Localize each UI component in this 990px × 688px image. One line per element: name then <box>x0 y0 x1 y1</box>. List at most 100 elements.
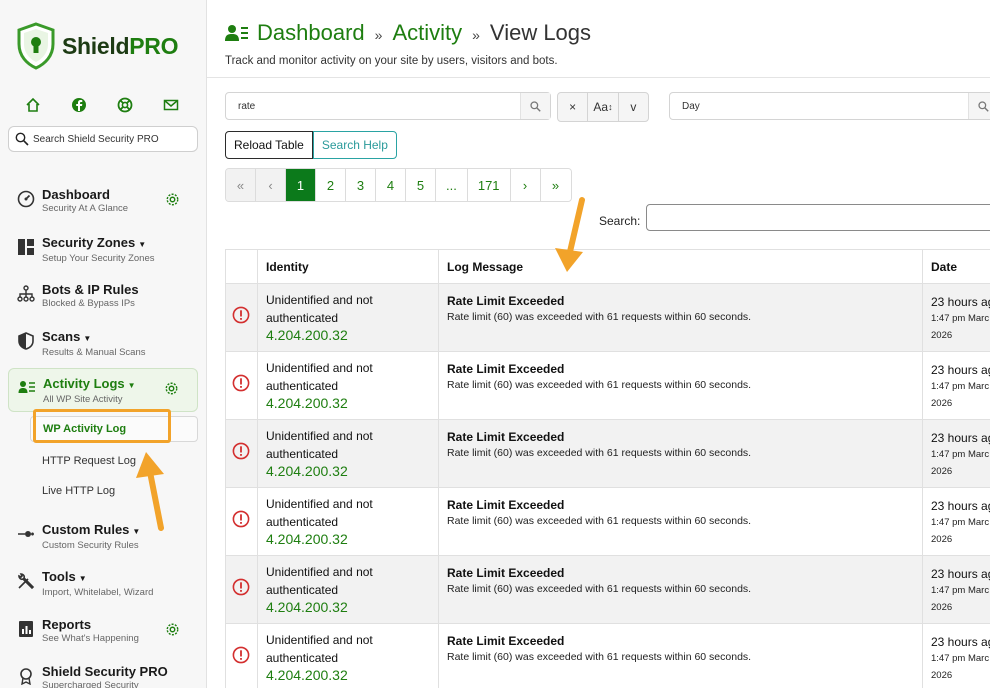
reload-table-button[interactable]: Reload Table <box>225 131 313 159</box>
column-header-date[interactable]: Date <box>922 249 990 284</box>
search-help-button[interactable]: Search Help <box>312 131 397 159</box>
support-lifebuoy-icon[interactable] <box>116 96 134 114</box>
date-filter-input[interactable]: Day <box>669 92 990 120</box>
clear-search-button[interactable]: × <box>558 93 589 121</box>
date-time: 1:47 pm Marc <box>931 653 990 664</box>
email-icon[interactable] <box>162 96 180 114</box>
column-header-message[interactable]: Log Message <box>438 249 923 284</box>
date-cell: 23 hours ag 1:47 pm Marc 2026 <box>922 623 990 688</box>
column-header-severity <box>225 249 258 284</box>
date-relative: 23 hours ag <box>931 431 990 445</box>
log-search-input[interactable]: rate <box>225 92 551 120</box>
page-5-button[interactable]: 5 <box>406 169 436 201</box>
breadcrumb-dashboard[interactable]: Dashboard <box>257 20 365 46</box>
options-toggle-button[interactable]: v <box>619 93 648 121</box>
message-cell: Rate Limit Exceeded Rate limit (60) was e… <box>438 623 923 688</box>
date-year: 2026 <box>931 398 953 409</box>
column-header-identity[interactable]: Identity <box>257 249 439 284</box>
home-icon[interactable] <box>24 96 42 114</box>
page-2-button[interactable]: 2 <box>316 169 346 201</box>
award-icon <box>16 666 36 686</box>
page-header: Dashboard » Activity » View Logs Track a… <box>207 0 990 78</box>
page-prev-button[interactable]: ‹ <box>256 169 286 201</box>
page-ellipsis: ... <box>436 169 468 201</box>
shield-logo-icon <box>17 22 55 70</box>
severity-cell <box>225 487 258 556</box>
sidebar-item-shield-security-pro[interactable]: Shield Security PRO Supercharged Securit… <box>8 657 198 688</box>
ip-address-link[interactable]: 4.204.200.32 <box>266 531 430 547</box>
main-content: Dashboard » Activity » View Logs Track a… <box>207 0 990 688</box>
ip-address-link[interactable]: 4.204.200.32 <box>266 463 430 479</box>
sidebar-item-activity-logs[interactable]: Activity Logs ▼ All WP Site Activity <box>8 368 198 412</box>
breadcrumb: Dashboard » Activity » View Logs <box>225 20 591 46</box>
annotation-arrow-icon <box>555 197 585 272</box>
identity-cell: Unidentified and not authenticated 4.204.… <box>257 555 439 624</box>
error-alert-icon <box>232 578 250 596</box>
table-row[interactable]: Unidentified and not authenticated 4.204.… <box>225 419 990 488</box>
date-search-button[interactable] <box>968 93 990 119</box>
page-4-button[interactable]: 4 <box>376 169 406 201</box>
page-subtitle: Track and monitor activity on your site … <box>225 55 558 67</box>
gear-icon[interactable] <box>164 381 179 401</box>
severity-cell <box>225 419 258 488</box>
table-row[interactable]: Unidentified and not authenticated 4.204.… <box>225 351 990 420</box>
date-cell: 23 hours ag 1:47 pm Marc 2026 <box>922 419 990 488</box>
shield-logo[interactable]: ShieldPRO <box>16 22 178 70</box>
date-time: 1:47 pm Marc <box>931 449 990 460</box>
sidebar-item-dashboard[interactable]: Dashboard Security At A Glance <box>8 180 198 222</box>
date-time: 1:47 pm Marc <box>931 517 990 528</box>
severity-cell <box>225 283 258 352</box>
ip-address-link[interactable]: 4.204.200.32 <box>266 327 430 343</box>
annotation-highlight <box>33 409 171 443</box>
sidebar-item-bots-ip-rules[interactable]: Bots & IP Rules Blocked & Bypass IPs <box>8 275 198 317</box>
search-icon <box>15 132 29 146</box>
facebook-icon[interactable] <box>70 96 88 114</box>
ip-address-link[interactable]: 4.204.200.32 <box>266 395 430 411</box>
sidebar-item-reports[interactable]: Reports See What's Happening <box>8 610 198 652</box>
sidebar-item-security-zones[interactable]: Security Zones ▼ Setup Your Security Zone… <box>8 228 198 270</box>
sidebar-search-input[interactable]: Search Shield Security PRO <box>8 126 198 152</box>
sidebar-item-scans[interactable]: Scans ▼ Results & Manual Scans <box>8 322 198 364</box>
quick-links <box>24 96 180 114</box>
identity-text: Unidentified and not authenticated <box>266 497 373 529</box>
page-next-button[interactable]: › <box>510 169 541 201</box>
log-message-title: Rate Limit Exceeded <box>447 430 565 444</box>
table-row[interactable]: Unidentified and not authenticated 4.204.… <box>225 623 990 688</box>
log-message-body: Rate limit (60) was exceeded with 61 req… <box>447 379 752 391</box>
page-1-button[interactable]: 1 <box>286 169 316 201</box>
message-cell: Rate Limit Exceeded Rate limit (60) was e… <box>438 487 923 556</box>
identity-cell: Unidentified and not authenticated 4.204.… <box>257 283 439 352</box>
gear-icon[interactable] <box>165 622 180 642</box>
breadcrumb-activity[interactable]: Activity <box>392 20 462 46</box>
date-year: 2026 <box>931 466 953 477</box>
message-cell: Rate Limit Exceeded Rate limit (60) was e… <box>438 351 923 420</box>
match-case-button[interactable]: Aa ↕ <box>588 93 619 121</box>
table-search-input[interactable] <box>646 204 990 231</box>
table-row[interactable]: Unidentified and not authenticated 4.204.… <box>225 487 990 556</box>
page-3-button[interactable]: 3 <box>346 169 376 201</box>
gear-icon[interactable] <box>165 192 180 212</box>
table-row[interactable]: Unidentified and not authenticated 4.204.… <box>225 283 990 352</box>
date-relative: 23 hours ag <box>931 499 990 513</box>
chevron-down-icon: ▼ <box>78 574 87 583</box>
date-time: 1:47 pm Marc <box>931 585 990 596</box>
table-search: Search: <box>599 204 990 231</box>
date-year: 2026 <box>931 670 953 681</box>
date-cell: 23 hours ag 1:47 pm Marc 2026 <box>922 555 990 624</box>
identity-text: Unidentified and not authenticated <box>266 565 373 597</box>
date-time: 1:47 pm Marc <box>931 313 990 324</box>
table-row[interactable]: Unidentified and not authenticated 4.204.… <box>225 555 990 624</box>
search-button[interactable] <box>520 93 550 119</box>
page-first-button[interactable]: « <box>226 169 256 201</box>
error-alert-icon <box>232 442 250 460</box>
sidebar-item-tools[interactable]: Tools ▼ Import, Whitelabel, Wizard <box>8 562 198 604</box>
tools-icon <box>16 571 36 591</box>
date-time: 1:47 pm Marc <box>931 381 990 392</box>
page-last-number-button[interactable]: 171 <box>467 169 511 201</box>
ip-address-link[interactable]: 4.204.200.32 <box>266 667 430 683</box>
speedometer-icon <box>16 189 36 209</box>
shield-half-icon <box>16 331 36 351</box>
chevron-down-icon: ▼ <box>138 240 147 249</box>
ip-address-link[interactable]: 4.204.200.32 <box>266 599 430 615</box>
table-actions: Reload Table Search Help <box>225 131 397 159</box>
